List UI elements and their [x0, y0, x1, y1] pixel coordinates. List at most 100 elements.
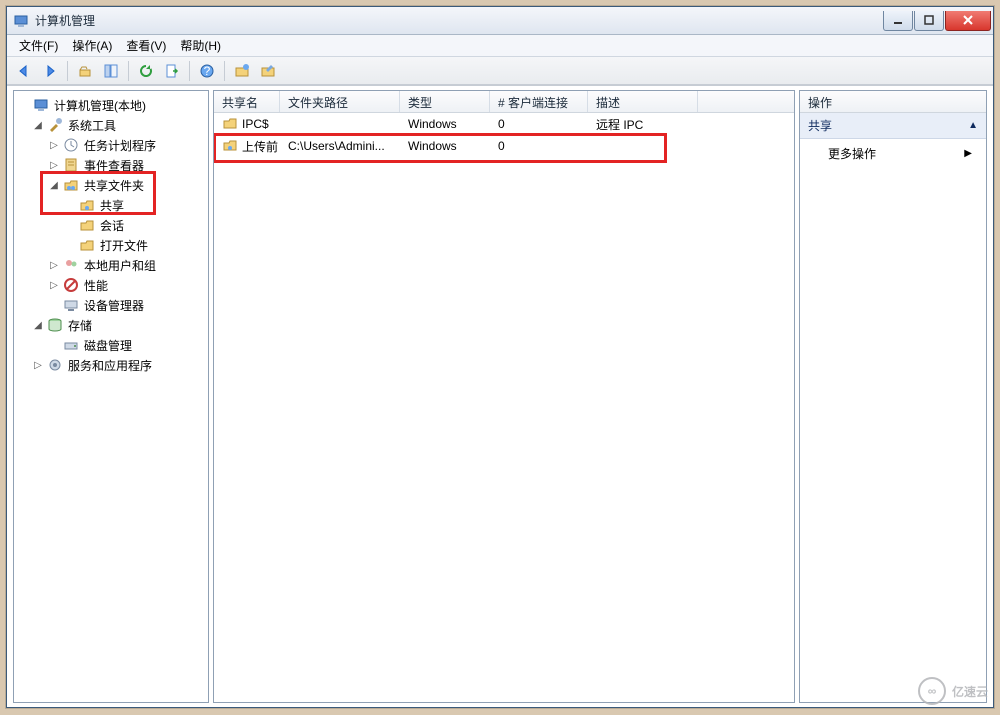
col-folder-path[interactable]: 文件夹路径	[280, 91, 400, 112]
svg-text:?: ?	[204, 64, 211, 78]
toolbar: ?	[7, 57, 993, 85]
expand-icon[interactable]: ▷	[48, 280, 60, 291]
col-type[interactable]: 类型	[400, 91, 490, 112]
list-row[interactable]: IPC$ Windows 0 远程 IPC	[214, 113, 794, 135]
list-header: 共享名 文件夹路径 类型 # 客户端连接 描述	[214, 91, 794, 113]
tree-label: 会话	[98, 216, 126, 235]
tree-label: 系统工具	[66, 116, 118, 135]
cell-name: 上传前	[214, 137, 280, 156]
tree-label: 本地用户和组	[82, 256, 158, 275]
sessions-icon	[79, 217, 95, 233]
tree-task-scheduler[interactable]: ▷ 任务计划程序	[16, 135, 206, 155]
tree-disk-management[interactable]: 磁盘管理	[16, 335, 206, 355]
tree-sessions[interactable]: 会话	[16, 215, 206, 235]
actions-more-label: 更多操作	[828, 145, 876, 162]
export-button[interactable]	[161, 60, 183, 82]
col-share-name[interactable]: 共享名	[214, 91, 280, 112]
expand-icon[interactable]: ▷	[48, 260, 60, 271]
toolbar-sep	[67, 61, 68, 81]
maximize-button[interactable]	[914, 11, 944, 31]
new-share-button[interactable]	[231, 60, 253, 82]
collapse-icon[interactable]: ◢	[48, 180, 60, 191]
disk-icon	[63, 337, 79, 353]
body: 计算机管理(本地) ◢ 系统工具 ▷ 任务计划程序 ▷ 事件查看器	[7, 85, 993, 707]
new-share-wizard-button[interactable]	[257, 60, 279, 82]
list-body: IPC$ Windows 0 远程 IPC 上传前 C:\Users\Admin…	[214, 113, 794, 157]
tree-root[interactable]: 计算机管理(本地)	[16, 95, 206, 115]
collapse-icon[interactable]: ◢	[32, 120, 44, 131]
tree-services-apps[interactable]: ▷ 服务和应用程序	[16, 355, 206, 375]
watermark-logo-icon: ∞	[918, 677, 946, 705]
tools-icon	[47, 117, 63, 133]
tree-shares[interactable]: 共享	[16, 195, 206, 215]
help-button[interactable]: ?	[196, 60, 218, 82]
cell-path: C:\Users\Admini...	[280, 139, 400, 153]
cell-clients: 0	[490, 117, 588, 131]
cell-type: Windows	[400, 139, 490, 153]
expand-icon[interactable]: ▷	[48, 160, 60, 171]
show-hide-tree-button[interactable]	[100, 60, 122, 82]
tree-label: 性能	[82, 276, 110, 295]
share-icon	[222, 137, 238, 156]
services-icon	[47, 357, 63, 373]
tree-label: 服务和应用程序	[66, 356, 154, 375]
tree-system-tools[interactable]: ◢ 系统工具	[16, 115, 206, 135]
actions-section[interactable]: 共享 ▲	[800, 113, 986, 139]
menu-file[interactable]: 文件(F)	[13, 35, 64, 56]
event-icon	[63, 157, 79, 173]
back-button[interactable]	[13, 60, 35, 82]
window-root: 计算机管理 文件(F) 操作(A) 查看(V) 帮助(H) ?	[6, 6, 994, 708]
tree-storage[interactable]: ◢ 存储	[16, 315, 206, 335]
tree-open-files[interactable]: 打开文件	[16, 235, 206, 255]
refresh-button[interactable]	[135, 60, 157, 82]
tree-local-users[interactable]: ▷ 本地用户和组	[16, 255, 206, 275]
storage-icon	[47, 317, 63, 333]
actions-section-label: 共享	[808, 117, 832, 134]
tree-device-manager[interactable]: 设备管理器	[16, 295, 206, 315]
menu-view[interactable]: 查看(V)	[120, 35, 172, 56]
watermark-text: 亿速云	[952, 683, 988, 700]
chevron-right-icon: ▶	[964, 148, 972, 159]
cell-text: 上传前	[242, 138, 278, 155]
tree-label: 打开文件	[98, 236, 150, 255]
menu-help[interactable]: 帮助(H)	[174, 35, 227, 56]
cell-text: IPC$	[242, 117, 269, 131]
window-buttons	[882, 11, 991, 31]
users-icon	[63, 257, 79, 273]
tree-label: 设备管理器	[82, 296, 146, 315]
menubar: 文件(F) 操作(A) 查看(V) 帮助(H)	[7, 35, 993, 57]
window-title: 计算机管理	[35, 12, 882, 29]
titlebar: 计算机管理	[7, 7, 993, 35]
actions-pane: 操作 共享 ▲ 更多操作 ▶	[799, 90, 987, 703]
forward-button[interactable]	[39, 60, 61, 82]
list-row[interactable]: 上传前 C:\Users\Admini... Windows 0	[214, 135, 794, 157]
col-desc[interactable]: 描述	[588, 91, 698, 112]
share-icon	[79, 197, 95, 213]
cell-desc: 远程 IPC	[588, 116, 698, 133]
tree-event-viewer[interactable]: ▷ 事件查看器	[16, 155, 206, 175]
expand-icon[interactable]: ▷	[48, 140, 60, 151]
col-clients[interactable]: # 客户端连接	[490, 91, 588, 112]
tree-label: 存储	[66, 316, 94, 335]
tree-label: 任务计划程序	[82, 136, 158, 155]
computer-icon	[33, 97, 49, 113]
share-icon	[222, 115, 238, 134]
up-button[interactable]	[74, 60, 96, 82]
tree-performance[interactable]: ▷ 性能	[16, 275, 206, 295]
menu-action[interactable]: 操作(A)	[66, 35, 118, 56]
tree-pane: 计算机管理(本地) ◢ 系统工具 ▷ 任务计划程序 ▷ 事件查看器	[13, 90, 209, 703]
collapse-icon[interactable]: ◢	[32, 320, 44, 331]
watermark: ∞ 亿速云	[918, 677, 988, 705]
tree-shared-folders[interactable]: ◢ 共享文件夹	[16, 175, 206, 195]
app-icon	[13, 13, 29, 29]
cell-name: IPC$	[214, 115, 280, 134]
minimize-button[interactable]	[883, 11, 913, 31]
expand-icon[interactable]: ▷	[32, 360, 44, 371]
close-button[interactable]	[945, 11, 991, 31]
tree-label: 磁盘管理	[82, 336, 134, 355]
device-icon	[63, 297, 79, 313]
tree: 计算机管理(本地) ◢ 系统工具 ▷ 任务计划程序 ▷ 事件查看器	[14, 91, 208, 379]
actions-more[interactable]: 更多操作 ▶	[800, 139, 986, 168]
cell-type: Windows	[400, 117, 490, 131]
shared-folder-icon	[63, 177, 79, 193]
